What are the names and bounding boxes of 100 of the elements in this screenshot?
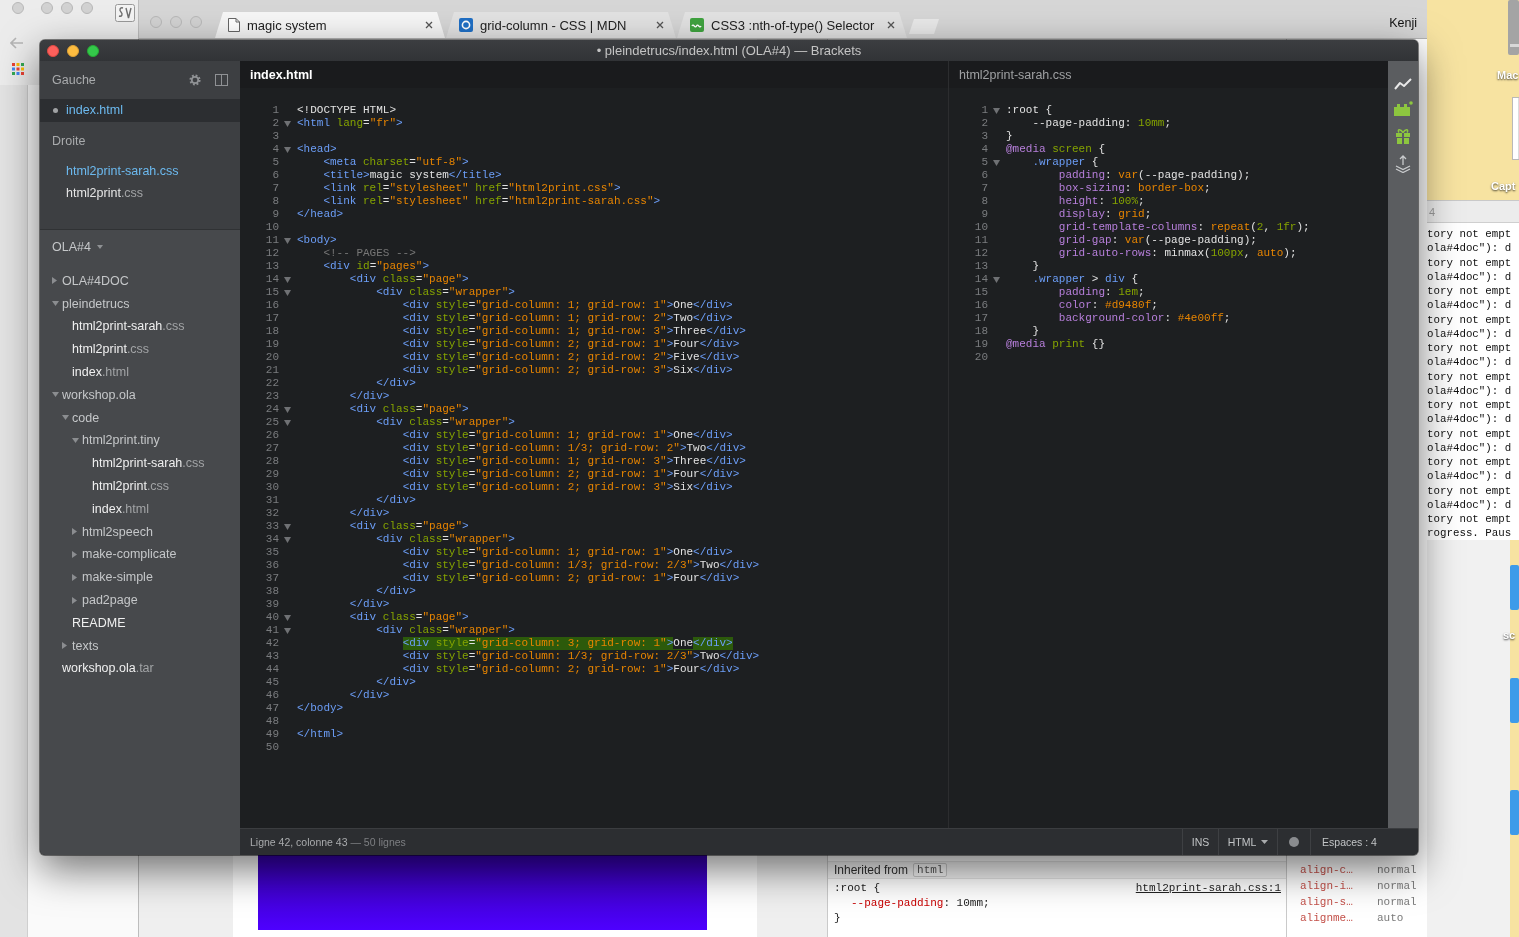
project-dropdown[interactable]: OLA#4 — [52, 239, 103, 254]
file-item[interactable]: index.html — [72, 365, 129, 380]
folder-item[interactable]: code — [62, 410, 100, 425]
property-value: normal — [1377, 896, 1417, 908]
fold-triangle-icon[interactable] — [284, 536, 291, 543]
line-number: 7 — [272, 182, 279, 194]
fold-triangle-icon[interactable] — [284, 289, 291, 296]
terminal-line: ola#4doc"): d — [1427, 383, 1513, 398]
line-number: 1 — [981, 104, 988, 116]
file-item[interactable]: html2print.css — [92, 479, 170, 494]
code-line: </div> — [349, 689, 390, 702]
folder-item[interactable]: texts — [62, 638, 99, 653]
fold-triangle-icon[interactable] — [993, 159, 1000, 166]
close-icon[interactable] — [425, 21, 433, 29]
code-line: </html> — [297, 728, 344, 741]
file-item[interactable]: html2print-sarah.css — [92, 456, 205, 471]
fold-triangle-icon[interactable] — [284, 627, 291, 634]
settings-icon[interactable] — [189, 74, 201, 86]
fold-triangle-icon[interactable] — [284, 276, 291, 283]
line-number: 32 — [265, 507, 279, 519]
disclosure-triangle-icon[interactable] — [72, 596, 77, 604]
file-item[interactable]: workshop.ola.tar — [62, 661, 154, 676]
line-number: 42 — [265, 637, 279, 649]
code-line: <div class="wrapper"> — [376, 624, 515, 637]
folder-item[interactable]: pad2page — [72, 593, 138, 608]
browser-tab[interactable]: magic system — [215, 12, 445, 38]
disclosure-triangle-icon[interactable] — [52, 277, 57, 285]
fold-triangle-icon[interactable] — [284, 406, 291, 413]
fold-triangle-icon[interactable] — [284, 523, 291, 530]
browser-tab[interactable]: CSS3 :nth-of-type() Selector — [677, 12, 907, 38]
line-number: 5 — [981, 156, 988, 168]
pane-title: Gauche — [52, 73, 96, 87]
line-number: 38 — [265, 585, 279, 597]
insert-mode-toggle[interactable]: INS — [1182, 829, 1218, 855]
open-file[interactable]: index.html — [66, 103, 123, 118]
folder-item[interactable]: OLA#4DOC — [52, 273, 129, 288]
folder-item[interactable]: make-complicate — [72, 547, 177, 562]
close-button[interactable] — [47, 44, 59, 57]
source-link[interactable]: html2print-sarah.css:1 — [1135, 881, 1281, 896]
code-line: <html lang="fr"> — [297, 117, 403, 130]
code-line: --page-padding: 10mm; — [1032, 117, 1172, 130]
disclosure-triangle-icon[interactable] — [52, 392, 59, 398]
file-item[interactable]: html2print.css — [72, 342, 150, 357]
zoom-button[interactable] — [87, 44, 99, 57]
close-icon[interactable] — [656, 21, 664, 29]
fold-triangle-icon[interactable] — [284, 419, 291, 426]
icon-label[interactable]: sc — [1503, 629, 1516, 641]
folder-item[interactable]: html2print.tiny — [72, 433, 160, 448]
layers-icon[interactable] — [1394, 155, 1412, 173]
line-number: 39 — [265, 598, 279, 610]
line-number: 14 — [974, 273, 988, 285]
file-title[interactable]: html2print-sarah.css — [959, 67, 1072, 82]
user-name[interactable]: Kenji — [1389, 16, 1417, 30]
open-file[interactable]: html2print.css — [66, 186, 144, 201]
brick-icon[interactable] — [1393, 101, 1413, 117]
file-item[interactable]: index.html — [92, 501, 149, 516]
folder-item[interactable]: pleindetrucs — [52, 296, 130, 311]
code-line: @media print {} — [1006, 338, 1106, 351]
disclosure-triangle-icon[interactable] — [72, 573, 77, 581]
file-thumbnail-icon[interactable] — [1512, 97, 1519, 160]
close-icon[interactable] — [887, 21, 895, 29]
line-number: 33 — [265, 520, 279, 532]
disclosure-triangle-icon[interactable] — [72, 437, 79, 443]
file-title[interactable]: index.html — [250, 67, 313, 82]
fold-triangle-icon[interactable] — [993, 276, 1000, 283]
disclosure-triangle-icon[interactable] — [72, 550, 77, 558]
folder-item[interactable]: make-simple — [72, 570, 153, 585]
fold-triangle-icon[interactable] — [284, 120, 291, 127]
indentation-setting[interactable]: Espaces : 4 — [1310, 829, 1388, 855]
minimize-button[interactable] — [67, 44, 79, 57]
terminal-line: tory not empt — [1427, 255, 1513, 270]
terminal-line: ola#4doc"): d — [1427, 326, 1513, 341]
fold-triangle-icon[interactable] — [993, 107, 1000, 114]
line-number: 27 — [265, 442, 279, 454]
disclosure-triangle-icon[interactable] — [72, 528, 77, 536]
status-dot-icon[interactable] — [1289, 837, 1299, 847]
element-link[interactable]: html — [913, 863, 948, 877]
app-grid-icon[interactable] — [12, 63, 24, 75]
code-line: </div> — [376, 676, 416, 689]
terminal-line: tory not empt — [1427, 227, 1513, 242]
file-item[interactable]: html2print-sarah.css — [72, 319, 185, 334]
emblem-icon[interactable] — [115, 4, 135, 22]
fold-triangle-icon[interactable] — [284, 614, 291, 621]
folder-item[interactable]: html2speech — [72, 524, 153, 539]
gift-icon[interactable] — [1395, 128, 1411, 144]
browser-tab[interactable]: grid-column - CSS | MDN — [446, 12, 676, 38]
zigzag-icon[interactable] — [1394, 78, 1412, 90]
language-dropdown[interactable]: HTML — [1218, 829, 1277, 855]
disclosure-triangle-icon[interactable] — [62, 415, 69, 421]
disclosure-triangle-icon[interactable] — [62, 642, 67, 650]
disclosure-triangle-icon[interactable] — [52, 301, 59, 307]
line-number: 50 — [265, 741, 279, 753]
folder-item[interactable]: workshop.ola — [52, 387, 136, 402]
fold-triangle-icon[interactable] — [284, 237, 291, 244]
open-file[interactable]: html2print-sarah.css — [66, 163, 179, 178]
fold-triangle-icon[interactable] — [284, 146, 291, 153]
property-value: normal — [1377, 864, 1417, 876]
split-view-icon[interactable] — [215, 74, 228, 86]
file-item[interactable]: README — [72, 615, 126, 630]
code-line: background-color: #4e00ff; — [1058, 312, 1231, 325]
